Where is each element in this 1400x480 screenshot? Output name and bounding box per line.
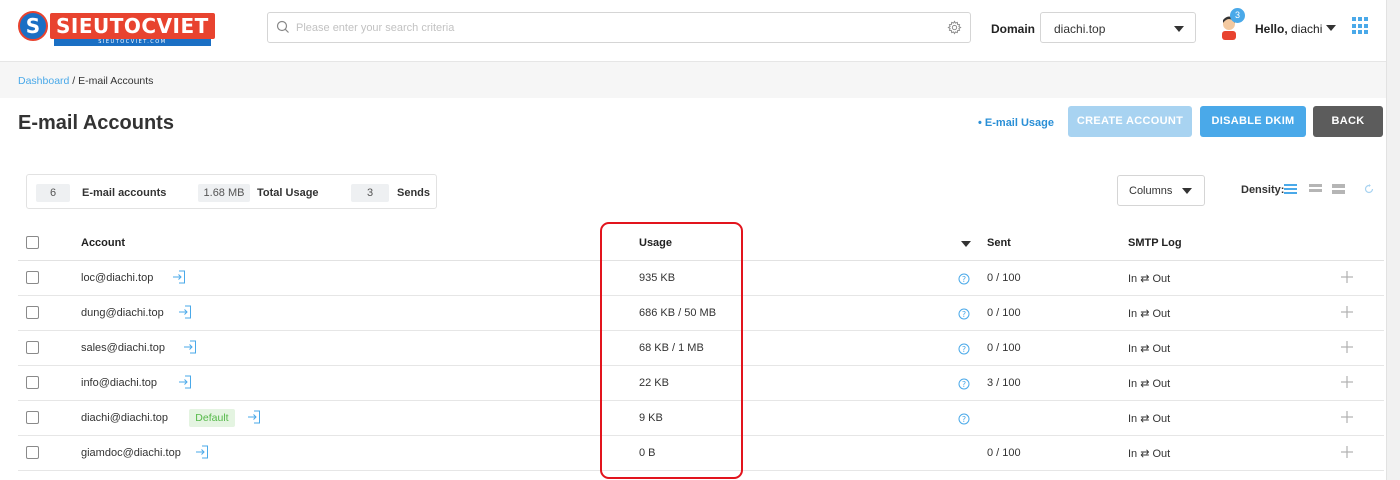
login-icon[interactable] xyxy=(247,410,261,424)
accounts-count: 6 xyxy=(36,184,70,202)
columns-dropdown[interactable]: Columns xyxy=(1117,175,1205,206)
svg-text:?: ? xyxy=(962,310,966,319)
expand-plus-icon[interactable] xyxy=(1340,375,1354,389)
account-email[interactable]: diachi@diachi.top xyxy=(81,412,168,424)
greeting-text: Hello, xyxy=(1255,22,1288,36)
help-icon[interactable]: ? xyxy=(958,378,970,390)
sends-label: Sends xyxy=(397,187,431,199)
smtp-log-link[interactable]: In ⇄ Out xyxy=(1128,412,1170,425)
account-email[interactable]: loc@diachi.top xyxy=(81,272,153,284)
accounts-label: E-mail accounts xyxy=(82,187,167,199)
page-title: E-mail Accounts xyxy=(18,112,174,134)
logo-emblem: S xyxy=(18,11,48,41)
chevron-down-icon xyxy=(1182,188,1192,194)
default-badge: Default xyxy=(189,409,235,427)
density-label: Density: xyxy=(1241,184,1285,196)
smtp-log-link[interactable]: In ⇄ Out xyxy=(1128,342,1170,355)
row-checkbox[interactable] xyxy=(26,376,39,389)
page-scrollbar[interactable] xyxy=(1386,0,1400,480)
logo-subtitle: SIEUTOCVIET.COM xyxy=(54,39,211,46)
back-button[interactable]: BACK xyxy=(1313,106,1383,137)
login-icon[interactable] xyxy=(178,375,192,389)
login-icon[interactable] xyxy=(183,340,197,354)
chevron-down-icon xyxy=(1174,26,1184,32)
expand-plus-icon[interactable] xyxy=(1340,410,1354,424)
create-account-button[interactable]: CREATE ACCOUNT xyxy=(1068,106,1192,137)
row-checkbox[interactable] xyxy=(26,306,39,319)
domain-value: diachi.top xyxy=(1054,22,1106,36)
domain-label: Domain xyxy=(991,22,1036,36)
account-email[interactable]: sales@diachi.top xyxy=(81,342,165,354)
density-comfortable-icon[interactable] xyxy=(1332,184,1345,195)
sent-value: 0 / 100 xyxy=(987,307,1021,319)
usage-column-highlight xyxy=(600,222,743,479)
breadcrumb-dashboard-link[interactable]: Dashboard xyxy=(18,75,69,87)
stats-summary: 6 E-mail accounts 1.68 MB Total Usage 3 … xyxy=(26,174,437,209)
svg-text:?: ? xyxy=(962,415,966,424)
header-account[interactable]: Account xyxy=(81,237,125,249)
search-box[interactable] xyxy=(267,12,971,43)
header-smtp-log[interactable]: SMTP Log xyxy=(1128,237,1182,249)
smtp-log-link[interactable]: In ⇄ Out xyxy=(1128,272,1170,285)
density-normal-icon[interactable] xyxy=(1309,184,1322,195)
email-usage-link[interactable]: • E-mail Usage xyxy=(978,117,1054,129)
smtp-log-link[interactable]: In ⇄ Out xyxy=(1128,447,1170,460)
sent-value: 0 / 100 xyxy=(987,447,1021,459)
row-checkbox[interactable] xyxy=(26,446,39,459)
logo-wordmark: SIEUTOCVIET SIEUTOCVIET.COM xyxy=(50,13,215,46)
help-icon[interactable]: ? xyxy=(958,413,970,425)
select-all-checkbox[interactable] xyxy=(26,236,39,249)
smtp-log-link[interactable]: In ⇄ Out xyxy=(1128,307,1170,320)
breadcrumb-separator: / xyxy=(69,75,79,87)
expand-plus-icon[interactable] xyxy=(1340,305,1354,319)
domain-select[interactable]: diachi.top xyxy=(1040,12,1196,43)
refresh-icon[interactable] xyxy=(1364,184,1374,194)
apps-grid-icon[interactable] xyxy=(1352,17,1370,35)
search-icon xyxy=(276,20,289,33)
user-menu-chevron-icon[interactable] xyxy=(1326,25,1336,31)
row-checkbox[interactable] xyxy=(26,271,39,284)
top-header: S SIEUTOCVIET SIEUTOCVIET.COM Domain dia… xyxy=(0,0,1386,62)
login-icon[interactable] xyxy=(195,445,209,459)
sort-desc-icon[interactable] xyxy=(961,241,971,247)
breadcrumb-current: E-mail Accounts xyxy=(78,75,154,87)
smtp-log-link[interactable]: In ⇄ Out xyxy=(1128,377,1170,390)
help-icon[interactable]: ? xyxy=(958,308,970,320)
user-menu[interactable]: Hello, diachi xyxy=(1255,22,1322,36)
help-icon[interactable]: ? xyxy=(958,343,970,355)
svg-text:?: ? xyxy=(962,380,966,389)
density-compact-icon[interactable] xyxy=(1284,184,1297,195)
user-name: diachi xyxy=(1291,22,1323,36)
gear-icon[interactable] xyxy=(947,20,962,35)
disable-dkim-button[interactable]: DISABLE DKIM xyxy=(1200,106,1306,137)
notification-badge[interactable]: 3 xyxy=(1230,8,1245,23)
login-icon[interactable] xyxy=(172,270,186,284)
sends-count: 3 xyxy=(351,184,389,202)
total-usage-label: Total Usage xyxy=(257,187,319,199)
account-email[interactable]: giamdoc@diachi.top xyxy=(81,447,181,459)
breadcrumb: Dashboard / E-mail Accounts xyxy=(18,75,153,87)
account-email[interactable]: dung@diachi.top xyxy=(81,307,164,319)
row-checkbox[interactable] xyxy=(26,411,39,424)
breadcrumb-bar: Dashboard / E-mail Accounts xyxy=(0,62,1386,98)
logo-wordmark-text: SIEUTOCVIET xyxy=(56,14,209,38)
login-icon[interactable] xyxy=(178,305,192,319)
help-icon[interactable]: ? xyxy=(958,273,970,285)
expand-plus-icon[interactable] xyxy=(1340,445,1354,459)
svg-text:?: ? xyxy=(962,275,966,284)
total-usage-value: 1.68 MB xyxy=(198,184,250,202)
brand-logo[interactable]: S SIEUTOCVIET SIEUTOCVIET.COM xyxy=(18,10,215,46)
svg-text:?: ? xyxy=(962,345,966,354)
header-sent[interactable]: Sent xyxy=(987,237,1011,249)
row-checkbox[interactable] xyxy=(26,341,39,354)
expand-plus-icon[interactable] xyxy=(1340,340,1354,354)
search-input[interactable] xyxy=(296,17,936,39)
columns-label: Columns xyxy=(1129,185,1173,197)
account-email[interactable]: info@diachi.top xyxy=(81,377,157,389)
expand-plus-icon[interactable] xyxy=(1340,270,1354,284)
sent-value: 0 / 100 xyxy=(987,342,1021,354)
sent-value: 3 / 100 xyxy=(987,377,1021,389)
sent-value: 0 / 100 xyxy=(987,272,1021,284)
